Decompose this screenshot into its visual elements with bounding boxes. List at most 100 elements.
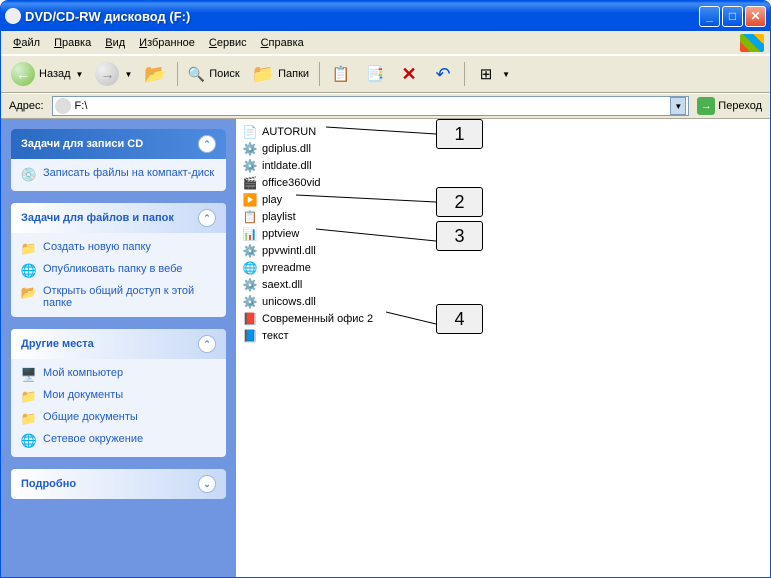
back-button[interactable]: ← Назад ▼ bbox=[7, 59, 87, 89]
menu-item[interactable]: Избранное bbox=[133, 35, 201, 51]
link-text: Создать новую папку bbox=[43, 241, 151, 253]
views-icon: ⊞ bbox=[475, 63, 497, 85]
panel-header[interactable]: Подробно ⌄ bbox=[11, 469, 226, 499]
file-name: pptview bbox=[262, 228, 299, 240]
address-input[interactable]: F:\ ▼ bbox=[52, 96, 690, 116]
task-link[interactable]: 📂 Открыть общий доступ к этой папке bbox=[21, 285, 216, 309]
search-button[interactable]: 🔍 Поиск bbox=[184, 63, 244, 86]
maximize-button[interactable]: □ bbox=[722, 6, 743, 27]
link-text: Мой компьютер bbox=[43, 367, 123, 379]
file-name: unicows.dll bbox=[262, 296, 316, 308]
task-link[interactable]: 🌐 Сетевое окружение bbox=[21, 433, 216, 449]
delete-button[interactable]: ✕ bbox=[394, 60, 424, 88]
menu-item[interactable]: Вид bbox=[99, 35, 131, 51]
task-link[interactable]: 📁 Создать новую папку bbox=[21, 241, 216, 257]
file-icon: 📊 bbox=[242, 226, 258, 242]
undo-button[interactable]: ↶ bbox=[428, 60, 458, 88]
up-folder-icon: 📂 bbox=[144, 64, 166, 85]
file-icon: ⚙️ bbox=[242, 158, 258, 174]
chevron-down-icon: ▼ bbox=[502, 70, 510, 79]
file-item[interactable]: ⚙️ intldate.dll bbox=[242, 157, 764, 174]
link-icon: 💿 bbox=[21, 167, 37, 183]
panel-header[interactable]: Задачи для записи CD ⌃ bbox=[11, 129, 226, 159]
panel-title: Задачи для файлов и папок bbox=[21, 212, 174, 224]
file-item[interactable]: ⚙️gdiplus.dll bbox=[242, 140, 764, 157]
go-label: Переход bbox=[718, 100, 762, 112]
file-name: AUTORUN bbox=[262, 126, 316, 138]
copy-icon: 📑 bbox=[364, 63, 386, 85]
panel-title: Другие места bbox=[21, 338, 94, 350]
menu-item[interactable]: Справка bbox=[255, 35, 310, 51]
move-icon: 📋 bbox=[330, 63, 352, 85]
file-item[interactable]: 📕Современный офис 2 bbox=[242, 310, 764, 327]
panel-header[interactable]: Задачи для файлов и папок ⌃ bbox=[11, 203, 226, 233]
go-button[interactable]: → Переход bbox=[693, 95, 766, 117]
cd-tasks-panel: Задачи для записи CD ⌃ 💿Записать файлы н… bbox=[11, 129, 226, 191]
file-item[interactable]: 🌐pvreadme bbox=[242, 259, 764, 276]
link-text: Опубликовать папку в вебе bbox=[43, 263, 182, 275]
file-icon: ⚙️ bbox=[242, 277, 258, 293]
link-icon: 📁 bbox=[21, 389, 37, 405]
file-icon: ⚙️ bbox=[242, 294, 258, 310]
callout-4: 4 bbox=[386, 304, 483, 334]
link-icon: 📂 bbox=[21, 285, 37, 301]
details-panel: Подробно ⌄ bbox=[11, 469, 226, 499]
drive-icon bbox=[5, 8, 21, 24]
link-icon: 📁 bbox=[21, 411, 37, 427]
file-name: gdiplus.dll bbox=[262, 143, 311, 155]
panel-header[interactable]: Другие места ⌃ bbox=[11, 329, 226, 359]
expand-icon[interactable]: ⌄ bbox=[198, 475, 216, 493]
up-button[interactable]: 📂 bbox=[140, 61, 170, 88]
collapse-icon[interactable]: ⌃ bbox=[198, 135, 216, 153]
link-icon: 🌐 bbox=[21, 433, 37, 449]
content-area: Задачи для записи CD ⌃ 💿Записать файлы н… bbox=[1, 119, 770, 577]
link-text: Мои документы bbox=[43, 389, 123, 401]
file-icon: 🌐 bbox=[242, 260, 258, 276]
link-text: Сетевое окружение bbox=[43, 433, 143, 445]
file-name: Современный офис 2 bbox=[262, 313, 373, 325]
link-icon: 📁 bbox=[21, 241, 37, 257]
menu-item[interactable]: Сервис bbox=[203, 35, 253, 51]
back-label: Назад bbox=[39, 68, 71, 80]
move-to-button[interactable]: 📋 bbox=[326, 60, 356, 88]
callout-1: 1 bbox=[326, 119, 483, 149]
task-link[interactable]: 💿Записать файлы на компакт-диск bbox=[21, 167, 216, 183]
task-link[interactable]: 🖥️Мой компьютер bbox=[21, 367, 216, 383]
file-item[interactable]: ⚙️ unicows.dll bbox=[242, 293, 764, 310]
file-name: saext.dll bbox=[262, 279, 302, 291]
link-text: Открыть общий доступ к этой папке bbox=[43, 285, 216, 309]
file-item[interactable]: 📘текст bbox=[242, 327, 764, 344]
menu-item[interactable]: Файл bbox=[7, 35, 46, 51]
search-label: Поиск bbox=[209, 68, 239, 80]
file-name: playlist bbox=[262, 211, 296, 223]
other-places-panel: Другие места ⌃ 🖥️Мой компьютер 📁 Мои докум… bbox=[11, 329, 226, 457]
file-item[interactable]: 📄AUTORUN bbox=[242, 123, 764, 140]
file-icon: ▶️ bbox=[242, 192, 258, 208]
address-dropdown[interactable]: ▼ bbox=[670, 97, 686, 115]
forward-button[interactable]: → ▼ bbox=[91, 59, 136, 89]
separator bbox=[464, 62, 465, 86]
minimize-button[interactable]: _ bbox=[699, 6, 720, 27]
forward-icon: → bbox=[95, 62, 119, 86]
collapse-icon[interactable]: ⌃ bbox=[198, 209, 216, 227]
link-icon: 🌐 bbox=[21, 263, 37, 279]
close-button[interactable]: ✕ bbox=[745, 6, 766, 27]
folders-button[interactable]: 📁 Папки bbox=[248, 61, 313, 88]
task-link[interactable]: 📁 Мои документы bbox=[21, 389, 216, 405]
go-icon: → bbox=[697, 97, 715, 115]
menu-item[interactable]: Правка bbox=[48, 35, 97, 51]
copy-to-button[interactable]: 📑 bbox=[360, 60, 390, 88]
window-buttons: _ □ ✕ bbox=[699, 6, 766, 27]
task-pane: Задачи для записи CD ⌃ 💿Записать файлы н… bbox=[1, 119, 236, 577]
file-tasks-panel: Задачи для файлов и папок ⌃ 📁 Создать нов… bbox=[11, 203, 226, 317]
task-link[interactable]: 📁Общие документы bbox=[21, 411, 216, 427]
titlebar[interactable]: DVD/CD-RW дисковод (F:) _ □ ✕ bbox=[1, 1, 770, 31]
file-item[interactable]: ⚙️ saext.dll bbox=[242, 276, 764, 293]
task-link[interactable]: 🌐 Опубликовать папку в вебе bbox=[21, 263, 216, 279]
callout-number: 1 bbox=[436, 119, 483, 149]
views-button[interactable]: ⊞ ▼ bbox=[471, 60, 514, 88]
collapse-icon[interactable]: ⌃ bbox=[198, 335, 216, 353]
file-name: intldate.dll bbox=[262, 160, 312, 172]
panel-title: Задачи для записи CD bbox=[21, 138, 143, 150]
file-list[interactable]: 📄AUTORUN⚙️gdiplus.dll⚙️intldate.dll🎬offi… bbox=[236, 119, 770, 577]
